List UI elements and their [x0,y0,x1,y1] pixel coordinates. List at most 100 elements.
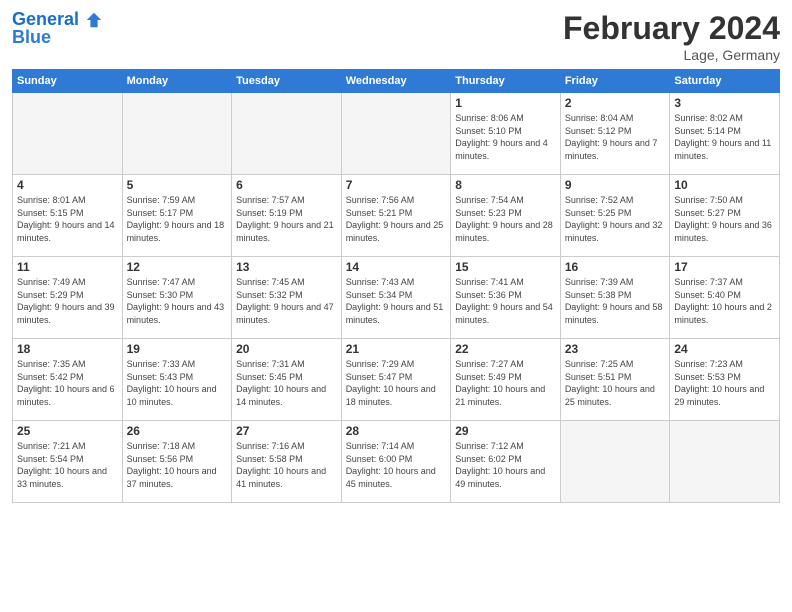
header: General Blue February 2024 Lage, Germany [12,10,780,63]
calendar-cell: 19 Sunrise: 7:33 AM Sunset: 5:43 PM Dayli… [122,339,232,421]
day-info: Sunrise: 7:12 AM Sunset: 6:02 PM Dayligh… [455,440,556,490]
calendar-cell: 16 Sunrise: 7:39 AM Sunset: 5:38 PM Dayli… [560,257,670,339]
day-info: Sunrise: 7:50 AM Sunset: 5:27 PM Dayligh… [674,194,775,244]
weekday-header: Tuesday [232,70,342,93]
weekday-header: Sunday [13,70,123,93]
calendar-cell: 23 Sunrise: 7:25 AM Sunset: 5:51 PM Dayli… [560,339,670,421]
day-info: Sunrise: 8:04 AM Sunset: 5:12 PM Dayligh… [565,112,666,162]
day-info: Sunrise: 7:39 AM Sunset: 5:38 PM Dayligh… [565,276,666,326]
day-number: 21 [346,342,447,356]
day-number: 6 [236,178,337,192]
calendar-cell: 15Sunrise: 7:41 AM Sunset: 5:36 PM Dayli… [451,257,561,339]
day-info: Sunrise: 7:23 AM Sunset: 5:53 PM Dayligh… [674,358,775,408]
calendar-cell [341,93,451,175]
title-block: February 2024 Lage, Germany [563,10,780,63]
calendar-cell: 20 Sunrise: 7:31 AM Sunset: 5:45 PM Dayli… [232,339,342,421]
calendar-cell: 17Sunrise: 7:37 AM Sunset: 5:40 PM Dayli… [670,257,780,339]
calendar-cell: 26 Sunrise: 7:18 AM Sunset: 5:56 PM Dayli… [122,421,232,503]
day-number: 27 [236,424,337,438]
day-number: 18 [17,342,118,356]
calendar-week-row: 4Sunrise: 8:01 AM Sunset: 5:15 PM Daylig… [13,175,780,257]
weekday-header: Monday [122,70,232,93]
day-number: 25 [17,424,118,438]
calendar-cell: 22 Sunrise: 7:27 AM Sunset: 5:49 PM Dayli… [451,339,561,421]
calendar-cell: 11 Sunrise: 7:49 AM Sunset: 5:29 PM Dayli… [13,257,123,339]
day-number: 15 [455,260,556,274]
day-info: Sunrise: 7:33 AM Sunset: 5:43 PM Dayligh… [127,358,228,408]
day-info: Sunrise: 7:18 AM Sunset: 5:56 PM Dayligh… [127,440,228,490]
day-number: 2 [565,96,666,110]
calendar-cell: 2 Sunrise: 8:04 AM Sunset: 5:12 PM Daylig… [560,93,670,175]
day-number: 8 [455,178,556,192]
day-number: 17 [674,260,775,274]
calendar-cell: 24 Sunrise: 7:23 AM Sunset: 5:53 PM Dayli… [670,339,780,421]
day-number: 20 [236,342,337,356]
calendar-cell: 25 Sunrise: 7:21 AM Sunset: 5:54 PM Dayli… [13,421,123,503]
day-info: Sunrise: 8:06 AM Sunset: 5:10 PM Dayligh… [455,112,556,162]
day-number: 14 [346,260,447,274]
weekday-header-row: SundayMondayTuesdayWednesdayThursdayFrid… [13,70,780,93]
day-number: 22 [455,342,556,356]
day-info: Sunrise: 7:21 AM Sunset: 5:54 PM Dayligh… [17,440,118,490]
day-number: 13 [236,260,337,274]
day-number: 24 [674,342,775,356]
calendar-cell [560,421,670,503]
weekday-header: Saturday [670,70,780,93]
day-info: Sunrise: 7:54 AM Sunset: 5:23 PM Dayligh… [455,194,556,244]
day-info: Sunrise: 7:29 AM Sunset: 5:47 PM Dayligh… [346,358,447,408]
calendar-cell: 12Sunrise: 7:47 AM Sunset: 5:30 PM Dayli… [122,257,232,339]
day-info: Sunrise: 7:49 AM Sunset: 5:29 PM Dayligh… [17,276,118,326]
day-number: 16 [565,260,666,274]
day-info: Sunrise: 7:27 AM Sunset: 5:49 PM Dayligh… [455,358,556,408]
calendar-cell [670,421,780,503]
day-info: Sunrise: 8:02 AM Sunset: 5:14 PM Dayligh… [674,112,775,162]
day-number: 19 [127,342,228,356]
weekday-header: Friday [560,70,670,93]
location: Lage, Germany [563,47,780,63]
day-info: Sunrise: 7:16 AM Sunset: 5:58 PM Dayligh… [236,440,337,490]
day-number: 23 [565,342,666,356]
calendar-cell: 10Sunrise: 7:50 AM Sunset: 5:27 PM Dayli… [670,175,780,257]
calendar-cell: 4Sunrise: 8:01 AM Sunset: 5:15 PM Daylig… [13,175,123,257]
calendar-cell: 14Sunrise: 7:43 AM Sunset: 5:34 PM Dayli… [341,257,451,339]
day-number: 1 [455,96,556,110]
day-info: Sunrise: 7:56 AM Sunset: 5:21 PM Dayligh… [346,194,447,244]
day-info: Sunrise: 7:52 AM Sunset: 5:25 PM Dayligh… [565,194,666,244]
day-info: Sunrise: 7:35 AM Sunset: 5:42 PM Dayligh… [17,358,118,408]
calendar-week-row: 1 Sunrise: 8:06 AM Sunset: 5:10 PM Daylig… [13,93,780,175]
calendar-cell: 1 Sunrise: 8:06 AM Sunset: 5:10 PM Daylig… [451,93,561,175]
day-number: 26 [127,424,228,438]
calendar-cell [232,93,342,175]
calendar-cell: 8 Sunrise: 7:54 AM Sunset: 5:23 PM Daylig… [451,175,561,257]
day-info: Sunrise: 7:45 AM Sunset: 5:32 PM Dayligh… [236,276,337,326]
day-info: Sunrise: 8:01 AM Sunset: 5:15 PM Dayligh… [17,194,118,244]
weekday-header: Thursday [451,70,561,93]
calendar-cell: 5Sunrise: 7:59 AM Sunset: 5:17 PM Daylig… [122,175,232,257]
day-info: Sunrise: 7:25 AM Sunset: 5:51 PM Dayligh… [565,358,666,408]
day-number: 29 [455,424,556,438]
calendar-cell: 6Sunrise: 7:57 AM Sunset: 5:19 PM Daylig… [232,175,342,257]
day-number: 9 [565,178,666,192]
page-container: General Blue February 2024 Lage, Germany… [0,0,792,509]
calendar-cell: 13 Sunrise: 7:45 AM Sunset: 5:32 PM Dayli… [232,257,342,339]
calendar-table: SundayMondayTuesdayWednesdayThursdayFrid… [12,69,780,503]
logo-text2: Blue [12,28,51,48]
calendar-week-row: 18 Sunrise: 7:35 AM Sunset: 5:42 PM Dayli… [13,339,780,421]
day-number: 7 [346,178,447,192]
day-info: Sunrise: 7:59 AM Sunset: 5:17 PM Dayligh… [127,194,228,244]
calendar-week-row: 25 Sunrise: 7:21 AM Sunset: 5:54 PM Dayli… [13,421,780,503]
day-info: Sunrise: 7:14 AM Sunset: 6:00 PM Dayligh… [346,440,447,490]
calendar-cell: 27 Sunrise: 7:16 AM Sunset: 5:58 PM Dayli… [232,421,342,503]
calendar-cell [122,93,232,175]
calendar-cell: 7 Sunrise: 7:56 AM Sunset: 5:21 PM Daylig… [341,175,451,257]
calendar-week-row: 11 Sunrise: 7:49 AM Sunset: 5:29 PM Dayli… [13,257,780,339]
calendar-cell: 29 Sunrise: 7:12 AM Sunset: 6:02 PM Dayli… [451,421,561,503]
calendar-cell: 18 Sunrise: 7:35 AM Sunset: 5:42 PM Dayli… [13,339,123,421]
calendar-cell [13,93,123,175]
weekday-header: Wednesday [341,70,451,93]
day-number: 11 [17,260,118,274]
month-title: February 2024 [563,10,780,47]
day-info: Sunrise: 7:31 AM Sunset: 5:45 PM Dayligh… [236,358,337,408]
day-number: 3 [674,96,775,110]
day-info: Sunrise: 7:47 AM Sunset: 5:30 PM Dayligh… [127,276,228,326]
